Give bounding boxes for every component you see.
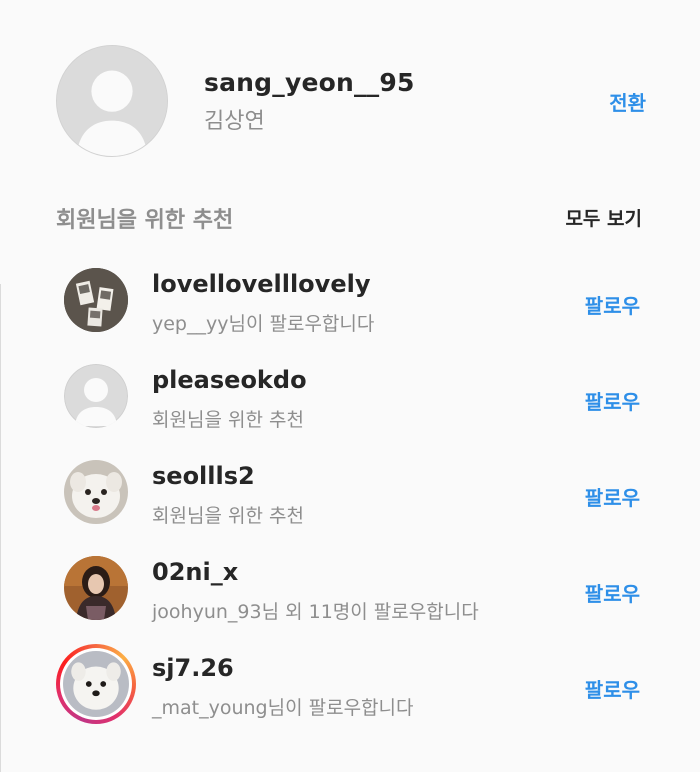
story-ring[interactable]	[56, 644, 136, 724]
suggestion-username[interactable]: pleaseokdo	[152, 366, 307, 394]
suggestion-username[interactable]: 02ni_x	[152, 558, 238, 586]
list-item: pleaseokdo 회원님을 위한 추천 팔로우	[56, 358, 646, 454]
current-user-fullname: 김상연	[204, 109, 265, 134]
follow-button[interactable]: 팔로우	[585, 290, 640, 319]
current-user-card: sang_yeon__95 김상연 전환	[56, 45, 646, 157]
list-item: lovellovelllovely yep__yy님이 팔로우합니다 팔로우	[56, 262, 646, 358]
follow-button[interactable]: 팔로우	[585, 482, 640, 511]
suggestions-title: 회원님을 위한 추천	[56, 208, 234, 233]
panel-divider	[0, 284, 1, 772]
list-item: sj7.26 _mat_young님이 팔로우합니다 팔로우	[56, 644, 646, 742]
photo-booth-avatar-icon[interactable]	[64, 268, 128, 332]
current-user-avatar[interactable]	[56, 45, 168, 157]
suggestion-reason: 회원님을 위한 추천	[152, 505, 304, 527]
white-dog-avatar-icon[interactable]	[64, 460, 128, 524]
suggestion-reason: yep__yy님이 팔로우합니다	[152, 313, 375, 335]
follow-button[interactable]: 팔로우	[585, 578, 640, 607]
list-item: seollls2 회원님을 위한 추천 팔로우	[56, 454, 646, 550]
white-dog-story-avatar-icon	[63, 651, 129, 717]
suggestion-reason: _mat_young님이 팔로우합니다	[152, 697, 414, 719]
suggestion-reason: joohyun_93님 외 11명이 팔로우합니다	[152, 601, 479, 623]
suggestion-username[interactable]: sj7.26	[152, 654, 234, 682]
see-all-button[interactable]: 모두 보기	[565, 204, 642, 231]
suggestion-reason: 회원님을 위한 추천	[152, 409, 304, 431]
default-avatar-icon	[56, 45, 168, 157]
current-user-username[interactable]: sang_yeon__95	[204, 68, 415, 97]
default-avatar-icon[interactable]	[64, 364, 128, 428]
follow-button[interactable]: 팔로우	[585, 386, 640, 415]
switch-account-button[interactable]: 전환	[609, 87, 646, 116]
list-item: 02ni_x joohyun_93님 외 11명이 팔로우합니다 팔로우	[56, 550, 646, 646]
suggestion-username[interactable]: lovellovelllovely	[152, 270, 370, 298]
suggestion-username[interactable]: seollls2	[152, 462, 255, 490]
follow-button[interactable]: 팔로우	[585, 674, 640, 703]
person-avatar-icon[interactable]	[64, 556, 128, 620]
suggestions-list: lovellovelllovely yep__yy님이 팔로우합니다 팔로우 p…	[56, 262, 646, 742]
